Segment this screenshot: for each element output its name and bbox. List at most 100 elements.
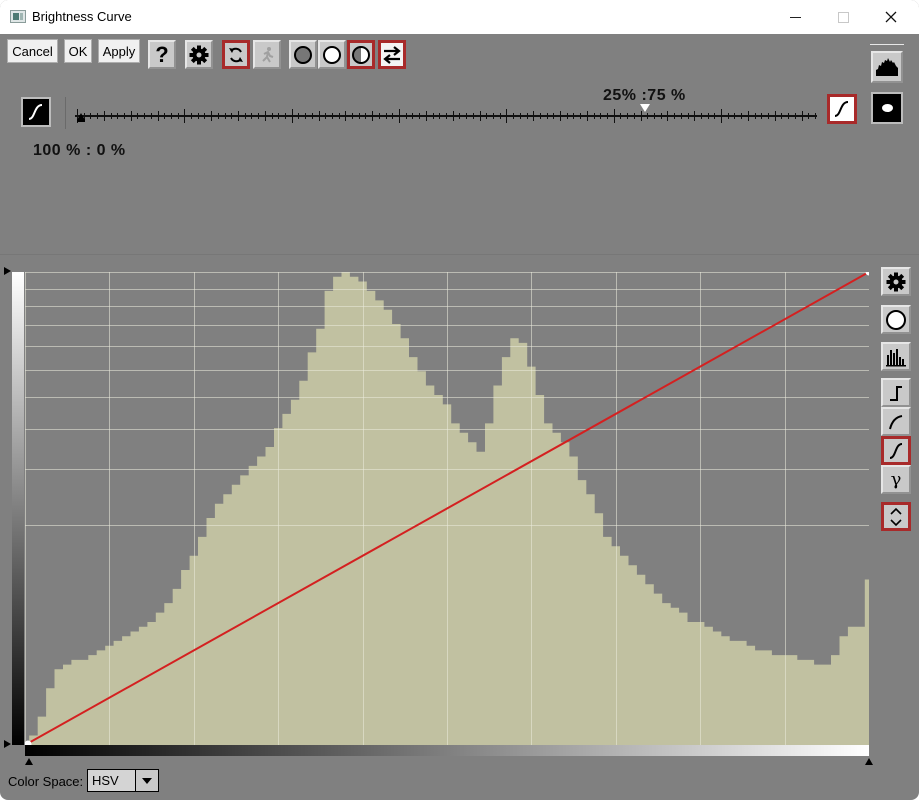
color-space-select[interactable]: HSV — [87, 769, 159, 792]
slider-tick — [385, 113, 387, 119]
slider-tick — [311, 113, 313, 119]
settings-button[interactable] — [185, 40, 213, 69]
minimize-icon — [789, 16, 801, 18]
slider-tick — [768, 113, 770, 119]
histogram-button[interactable] — [871, 51, 903, 83]
cancel-button[interactable]: Cancel — [7, 39, 58, 63]
input-gradient-bar — [25, 745, 869, 756]
slider-tick — [123, 113, 125, 119]
slider-tick — [640, 111, 642, 121]
slider-tick — [103, 111, 105, 121]
mask-button[interactable] — [871, 92, 903, 124]
circle-half-icon — [352, 45, 370, 64]
slider-tick — [177, 113, 179, 119]
slider-tick — [680, 113, 682, 119]
slider-tick — [419, 113, 421, 119]
refresh-button[interactable] — [222, 40, 250, 69]
slider-tick — [466, 113, 468, 119]
gray-circle-button[interactable] — [289, 40, 317, 69]
curve-circle-button[interactable] — [881, 305, 911, 334]
slider-tick — [694, 111, 696, 121]
minimize-button[interactable] — [772, 0, 818, 34]
expand-collapse-button[interactable] — [881, 502, 911, 531]
slider-tick — [472, 113, 474, 119]
help-icon: ? — [155, 41, 169, 67]
histogram-bars-button[interactable] — [881, 342, 911, 371]
slider-tick — [318, 111, 320, 121]
slider-tick — [117, 113, 119, 119]
slider-tick — [278, 113, 280, 119]
slider-tick — [633, 113, 635, 119]
up-down-chevron-icon — [890, 507, 902, 526]
slider-thumb-right[interactable] — [640, 104, 650, 112]
slider-tick — [405, 113, 407, 119]
slider-tick — [580, 113, 582, 119]
blend-slider[interactable] — [75, 102, 817, 126]
slider-tick — [217, 113, 219, 119]
swap-button[interactable] — [378, 40, 406, 69]
step-curve-button[interactable] — [881, 378, 911, 407]
divider — [65, 97, 66, 129]
slider-tick — [211, 111, 213, 121]
slider-tick — [479, 111, 481, 121]
slider-tick — [801, 111, 803, 121]
half-circle-button[interactable] — [347, 40, 375, 69]
slider-tick — [607, 113, 609, 119]
slider-tick — [204, 113, 206, 119]
slider-tick — [815, 113, 816, 119]
slider-tick — [150, 113, 152, 119]
ok-button[interactable]: OK — [64, 39, 92, 63]
slider-tick — [781, 113, 783, 119]
slider-tick — [660, 113, 662, 119]
color-space-label: Color Space: — [8, 774, 84, 789]
log-curve-icon — [889, 414, 903, 429]
input-max-marker[interactable] — [865, 758, 873, 765]
slider-tick — [412, 113, 414, 119]
run-button[interactable] — [253, 40, 281, 69]
slider-tick — [90, 113, 92, 119]
slider-tick — [184, 109, 186, 123]
slider-tick — [513, 113, 515, 119]
slider-tick — [284, 113, 286, 119]
slider-tick — [560, 111, 562, 121]
slider-tick — [808, 113, 810, 119]
slider-tick — [271, 113, 273, 119]
curve-preset-left-button[interactable] — [21, 97, 51, 127]
histogram-mountain-icon — [876, 58, 898, 76]
slider-tick — [298, 113, 300, 119]
close-button[interactable] — [868, 0, 914, 34]
slider-tick — [157, 111, 159, 121]
s-curve-button[interactable] — [881, 436, 911, 465]
white-circle-button[interactable] — [318, 40, 346, 69]
slider-tick — [378, 113, 380, 119]
curve-settings-button[interactable] — [881, 267, 911, 296]
slider-tick — [553, 113, 555, 119]
apply-button[interactable]: Apply — [98, 39, 140, 63]
slider-tick — [251, 113, 253, 119]
input-min-marker[interactable] — [25, 758, 33, 765]
right-ratio-label: 25% :75 % — [603, 87, 686, 104]
slider-tick — [452, 111, 454, 121]
close-icon — [885, 11, 897, 23]
slider-tick — [399, 109, 401, 123]
dropdown-button[interactable] — [135, 770, 158, 791]
slider-tick — [526, 113, 528, 119]
s-curve-icon — [28, 104, 43, 120]
help-button[interactable]: ? — [148, 40, 176, 69]
log-curve-button[interactable] — [881, 407, 911, 436]
output-min-marker[interactable] — [4, 740, 11, 748]
curve-plot[interactable] — [25, 272, 869, 745]
slider-tick — [714, 113, 716, 119]
step-curve-icon — [890, 385, 902, 401]
color-space-value: HSV — [92, 773, 119, 788]
output-max-marker[interactable] — [4, 267, 11, 275]
slider-tick — [499, 113, 501, 119]
slider-tick — [613, 109, 615, 123]
gamma-button[interactable]: γ — [881, 465, 911, 494]
app-icon — [10, 10, 26, 23]
slider-tick — [700, 113, 702, 119]
curve-preset-right-button[interactable] — [827, 94, 857, 124]
maximize-button[interactable] — [820, 0, 866, 34]
slider-tick — [674, 113, 676, 119]
slider-tick — [130, 111, 132, 121]
